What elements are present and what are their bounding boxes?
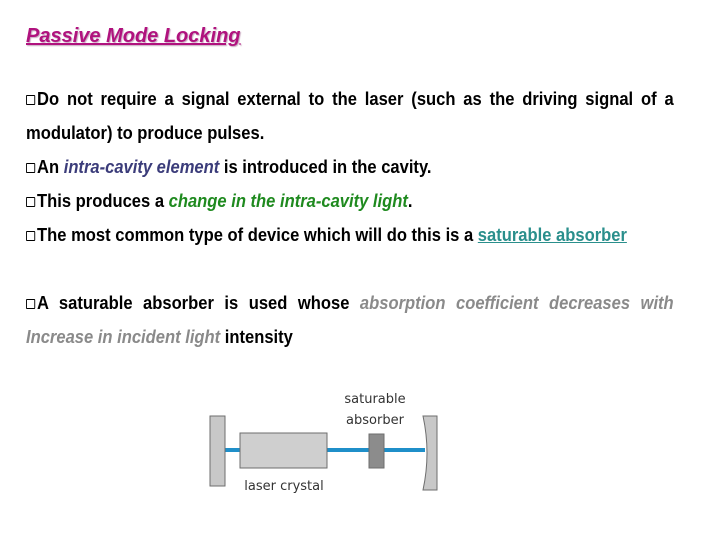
bullet-text: An xyxy=(37,157,64,177)
bullet-absorption-coefficient: A saturable absorber is used whose absor… xyxy=(26,286,674,354)
absorber-label-line1: saturable xyxy=(344,392,405,407)
bullet-text: intensity xyxy=(220,327,293,347)
slide-title: Passive Mode Locking xyxy=(26,25,241,47)
bullet-text: This produces a xyxy=(37,191,169,211)
left-flat-mirror xyxy=(209,415,226,487)
bullet-list: Do not require a signal external to the … xyxy=(26,82,674,354)
emphasis-intra-cavity-element: intra-cavity element xyxy=(63,157,220,177)
bullet-no-external-signal: Do not require a signal external to the … xyxy=(26,82,674,150)
bullet-intra-cavity-element: An intra-cavity element is introduced in… xyxy=(26,150,674,184)
laser-crystal xyxy=(239,432,328,469)
bullet-text: Do not require a signal external to the … xyxy=(26,89,674,143)
bullet-text: . xyxy=(407,191,413,211)
absorber-label-line2: absorber xyxy=(346,413,405,428)
bullet-text: A saturable absorber is used whose xyxy=(37,293,360,313)
emphasis-change-in-light: change in the intra-cavity light xyxy=(168,191,408,211)
checkbox-bullet-icon xyxy=(26,231,36,241)
bullet-saturable-absorber-device: The most common type of device which wil… xyxy=(26,218,674,286)
checkbox-bullet-icon xyxy=(26,163,36,173)
crystal-label: laser crystal xyxy=(244,479,323,494)
checkbox-bullet-icon xyxy=(26,95,36,105)
checkbox-bullet-icon xyxy=(26,197,36,207)
bullet-text: The most common type of device which wil… xyxy=(37,225,478,245)
checkbox-bullet-icon xyxy=(26,299,36,309)
bullet-change-in-light: This produces a change in the intra-cavi… xyxy=(26,184,674,218)
bullet-text: is introduced in the cavity. xyxy=(219,157,432,177)
saturable-absorber-link[interactable]: saturable absorber xyxy=(478,225,627,245)
right-curved-mirror xyxy=(422,415,438,491)
saturable-absorber xyxy=(368,433,385,469)
